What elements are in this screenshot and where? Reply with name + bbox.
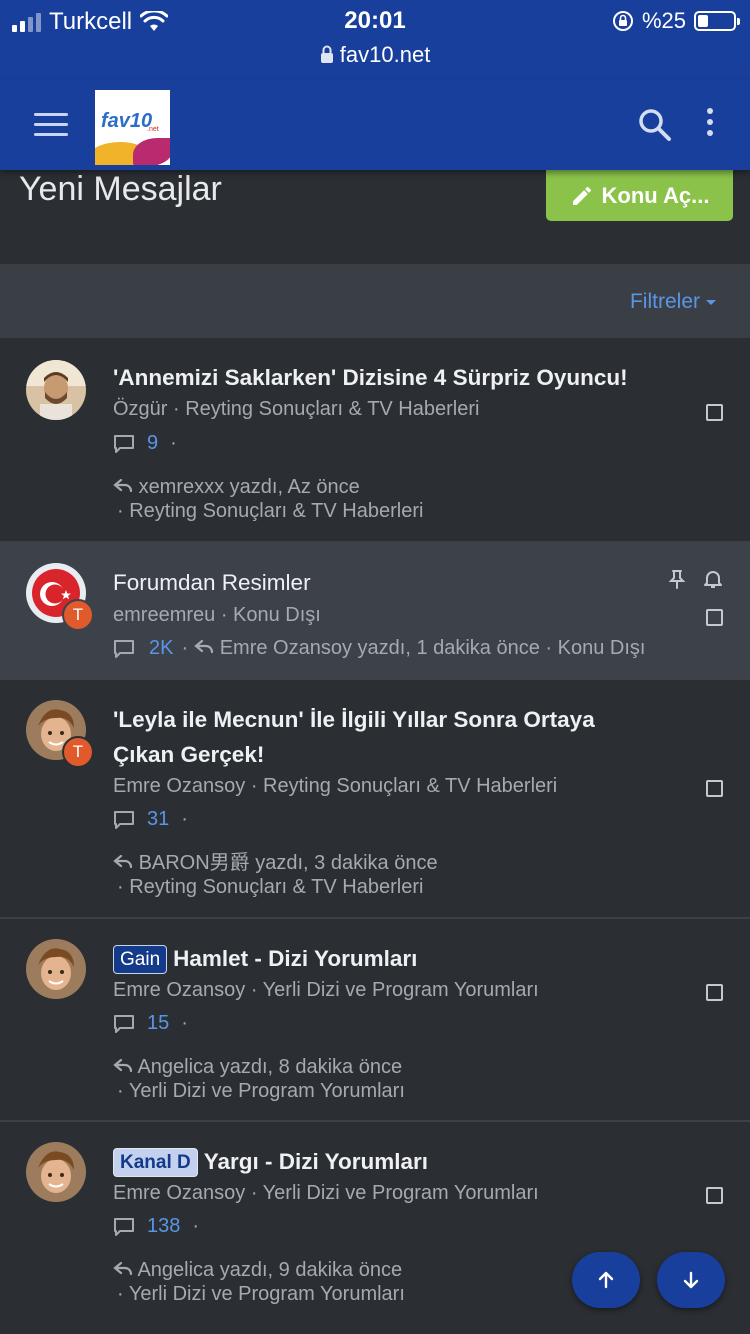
last-post-text: Emre Ozansoy yazdı, 1 dakika önce · Konu…	[219, 637, 646, 659]
last-post-forum: · Yerli Dizi ve Program Yorumları	[117, 1080, 405, 1102]
thread-meta[interactable]: Emre Ozansoy · Yerli Dizi ve Program Yor…	[113, 979, 539, 1002]
new-thread-button[interactable]: Konu Aç...	[546, 170, 733, 221]
last-post-info[interactable]: Angelica yazdı, 8 dakika önce · Yerli Di…	[113, 1055, 405, 1103]
scroll-top-button[interactable]	[572, 1252, 640, 1308]
comment-icon	[114, 639, 134, 658]
last-post-forum: · Reyting Sonuçları & TV Haberleri	[117, 876, 424, 898]
thread-meta[interactable]: Emre Ozansoy · Yerli Dizi ve Program Yor…	[113, 1182, 539, 1205]
reply-count-value: 2K	[149, 637, 174, 659]
thread-meta[interactable]: Özgür · Reyting Sonuçları & TV Haberleri	[113, 398, 479, 421]
url-text: fav10.net	[339, 42, 431, 67]
thread-meta[interactable]: Emre Ozansoy · Reyting Sonuçları & TV Ha…	[113, 775, 557, 798]
filter-bar: Filtreler	[0, 264, 750, 338]
reply-icon	[194, 639, 214, 654]
thread-row[interactable]: Kanal D Yargı - Dizi Yorumları Emre Ozans…	[0, 1122, 750, 1334]
thread-prefix-label[interactable]: Kanal D	[113, 1148, 198, 1177]
last-post-info[interactable]: Emre Ozansoy yazdı, 1 dakika önce · Konu…	[194, 637, 645, 660]
reply-count: 138 ·	[113, 1215, 199, 1238]
site-logo[interactable]: fav10 .net	[95, 90, 170, 165]
avatar[interactable]	[26, 1142, 86, 1202]
reply-count-value: 9	[147, 432, 159, 454]
logo-suffix: .net	[147, 126, 159, 133]
reply-icon	[113, 1058, 133, 1073]
thread-title-line1: 'Leyla ile Mecnun' İle İlgili Yıllar Son…	[113, 707, 595, 732]
page-title: Yeni Mesajlar	[19, 170, 222, 208]
top-navbar: fav10 .net	[0, 80, 750, 170]
rotation-lock-icon	[612, 11, 633, 31]
filters-dropdown[interactable]: Filtreler	[630, 290, 716, 314]
last-post-text: xemrexxx yazdı, Az önce	[138, 476, 360, 498]
last-post-info[interactable]: Angelica yazdı, 9 dakika önce · Yerli Di…	[113, 1258, 405, 1306]
thread-meta[interactable]: emreemreu · Konu Dışı	[113, 604, 321, 627]
search-icon[interactable]	[638, 108, 672, 142]
new-thread-label: Konu Aç...	[601, 182, 710, 208]
comment-icon	[114, 810, 134, 829]
page-header: Yeni Mesajlar Konu Aç...	[0, 170, 750, 264]
more-vertical-icon[interactable]	[700, 108, 720, 142]
reply-count: 31 ·	[113, 808, 188, 831]
select-checkbox[interactable]	[706, 984, 723, 1001]
select-checkbox[interactable]	[706, 780, 723, 797]
reply-count-value: 15	[147, 1012, 170, 1034]
scroll-bottom-button[interactable]	[657, 1252, 725, 1308]
reply-count-value: 138	[147, 1215, 181, 1237]
reply-count-value: 31	[147, 808, 170, 830]
last-post-text: Angelica yazdı, 8 dakika önce	[137, 1056, 403, 1078]
thread-title-line2: Çıkan Gerçek!	[113, 742, 265, 767]
thread-title[interactable]: Forumdan Resimler	[113, 565, 700, 600]
thread-row-sticky[interactable]: T Forumdan Resimler emreemreu · Konu Dış…	[0, 543, 750, 680]
reply-icon	[113, 854, 133, 869]
last-post-info[interactable]: BARON男爵 yazdı, 3 dakika önce · Reyting S…	[113, 851, 438, 899]
thread-prefix-label[interactable]: Gain	[113, 945, 168, 974]
select-checkbox[interactable]	[706, 1187, 723, 1204]
reply-icon	[113, 478, 133, 493]
last-post-text: BARON男爵 yazdı, 3 dakika önce	[138, 852, 438, 874]
pin-icon	[668, 570, 686, 589]
thread-title-text: Hamlet - Dizi Yorumları	[173, 946, 418, 971]
thread-title[interactable]: Gain Hamlet - Dizi Yorumları	[113, 941, 700, 976]
avatar[interactable]	[26, 939, 86, 999]
reply-count: 15 ·	[113, 1012, 188, 1035]
pencil-icon	[572, 186, 591, 205]
status-right: %25	[612, 8, 740, 34]
thread-row[interactable]: T 'Leyla ile Mecnun' İle İlgili Yıllar S…	[0, 680, 750, 919]
select-checkbox[interactable]	[706, 609, 723, 626]
avatar-badge: T	[62, 736, 94, 768]
battery-percent: %25	[641, 8, 686, 33]
lock-icon	[320, 45, 333, 63]
select-checkbox[interactable]	[706, 404, 723, 421]
thread-title-text: Yargı - Dizi Yorumları	[203, 1149, 428, 1174]
last-post-text: Angelica yazdı, 9 dakika önce	[137, 1259, 403, 1281]
arrow-up-icon	[598, 1271, 614, 1289]
reply-count: 2K · Emre Ozansoy yazdı, 1 dakika önce ·…	[113, 637, 645, 660]
reply-count: 9 ·	[113, 432, 177, 455]
reply-icon	[113, 1261, 133, 1276]
address-bar[interactable]: fav10.net	[0, 42, 750, 68]
thread-row[interactable]: Gain Hamlet - Dizi Yorumları Emre Ozansoy…	[0, 919, 750, 1122]
thread-title[interactable]: 'Leyla ile Mecnun' İle İlgili Yıllar Son…	[113, 702, 700, 772]
comment-icon	[114, 434, 134, 453]
bell-icon[interactable]	[703, 569, 723, 589]
last-post-forum: · Reyting Sonuçları & TV Haberleri	[117, 500, 424, 522]
avatar-badge: T	[62, 599, 94, 631]
thread-title[interactable]: 'Annemizi Saklarken' Dizisine 4 Sürpriz …	[113, 360, 700, 395]
status-bar: Turkcell 20:01 fav10.net %25	[0, 0, 750, 80]
avatar[interactable]	[26, 360, 86, 420]
last-post-forum: · Yerli Dizi ve Program Yorumları	[117, 1283, 405, 1305]
comment-icon	[114, 1014, 134, 1033]
thread-row[interactable]: 'Annemizi Saklarken' Dizisine 4 Sürpriz …	[0, 338, 750, 543]
thread-title[interactable]: Kanal D Yargı - Dizi Yorumları	[113, 1144, 700, 1179]
arrow-down-icon	[683, 1271, 699, 1289]
battery-icon	[694, 11, 740, 31]
last-post-info[interactable]: xemrexxx yazdı, Az önce · Reyting Sonuçl…	[113, 475, 423, 523]
comment-icon	[114, 1217, 134, 1236]
menu-icon[interactable]	[34, 113, 68, 143]
logo-text: fav10	[101, 110, 153, 132]
